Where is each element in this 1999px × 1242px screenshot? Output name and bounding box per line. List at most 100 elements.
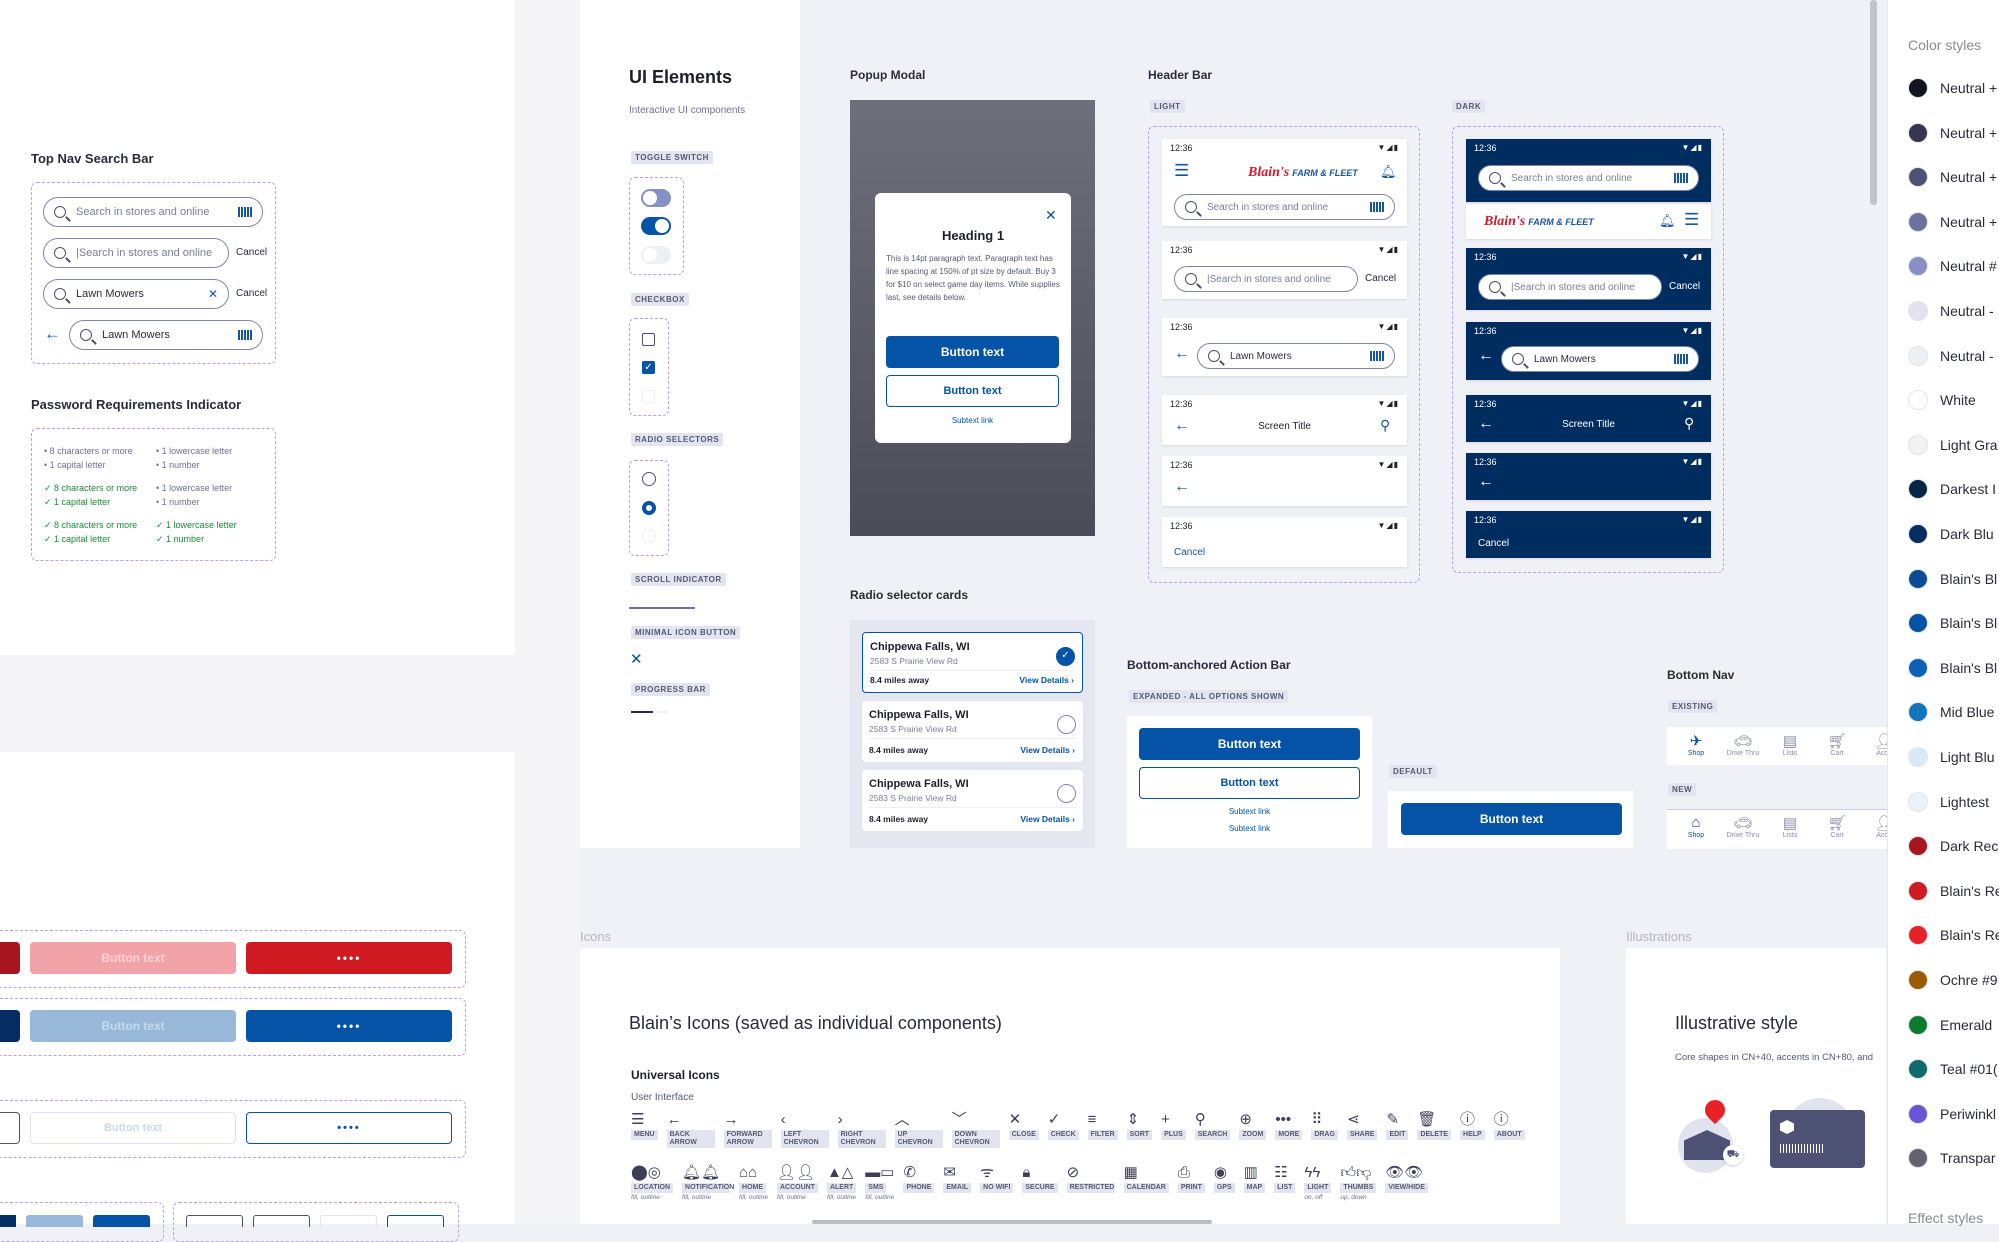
modal-subtext-link[interactable]: Subtext link [886,416,1059,425]
icon-swatch-help[interactable]: ⓘ HELP [1460,1110,1485,1140]
bottom-nav-item[interactable]: ▤ Lists [1767,732,1813,757]
back-arrow-icon[interactable]: ← [1174,345,1190,363]
barcode-icon[interactable] [1674,173,1688,183]
icon-swatch-thumbs[interactable]: 👍︎👎︎ THUMBS up, down [1340,1163,1377,1201]
bottom-nav-item[interactable]: 🚗︎ Drive Thru [1720,732,1766,757]
radio-selected[interactable] [642,501,656,515]
button-blue-disabled[interactable]: Button text [30,1010,236,1042]
modal-close-icon[interactable]: ✕ [1045,207,1057,224]
color-style-item[interactable]: Darkest I [1908,479,1996,500]
view-details-link[interactable]: View Details › [1019,675,1074,685]
button-small-outline-1[interactable] [186,1215,243,1227]
icon-swatch-up-chevron[interactable]: ︿ UP CHEVRON [894,1110,943,1148]
search-input[interactable]: |Search in stores and online [1174,266,1358,292]
notification-icon[interactable]: 🔔︎ [1380,164,1397,180]
menu-icon[interactable]: ☰ [1684,210,1699,230]
radio-checked-icon[interactable]: ✓ [1056,647,1075,666]
icon-swatch-list[interactable]: ☷ LIST [1274,1163,1296,1193]
icon-swatch-no-wifi[interactable]: ᯤ NO WIFI [980,1163,1014,1193]
radio-card[interactable]: Chippewa Falls, WI 2583 S Prairie View Rd… [862,701,1083,762]
back-arrow-icon[interactable]: ← [1174,478,1190,496]
cancel-button[interactable]: Cancel [1174,547,1205,558]
icon-swatch-sms[interactable]: ▬▭ SMS fill, outline [865,1163,894,1201]
button-red-loading[interactable]: •••• [246,942,452,974]
bottom-nav-item[interactable]: ▤ Lists [1767,814,1813,839]
action-bar-secondary-button[interactable]: Button text [1139,767,1360,799]
toggle-on[interactable] [641,217,671,235]
button-red-pressed[interactable] [0,942,20,974]
search-input-focused[interactable]: |Search in stores and online [43,238,229,268]
action-bar-subtext-link-2[interactable]: Subtext link [1139,824,1360,833]
icon-swatch-secure[interactable]: 🔒︎ SECURE [1022,1163,1058,1193]
icon-swatch-notification[interactable]: 🔔︎🔔︎ NOTIFICATION fill, outline [682,1163,734,1201]
color-style-item[interactable]: Neutral + [1908,122,1997,143]
color-style-item[interactable]: Neutral # [1908,256,1997,277]
button-small-primary[interactable] [93,1215,150,1227]
toggle-off[interactable] [641,189,671,207]
color-style-item[interactable]: Blain's Re [1908,925,1999,946]
cancel-button[interactable]: Cancel [1478,538,1509,549]
icon-swatch-forward-arrow[interactable]: → FORWARD ARROW [723,1110,772,1148]
icon-swatch-down-chevron[interactable]: ﹀ DOWN CHEVRON [951,1110,1000,1148]
back-arrow-icon[interactable]: ← [1478,347,1494,365]
radio-unchecked-icon[interactable] [1057,784,1076,803]
back-arrow-icon[interactable]: ← [44,324,61,344]
radio-unselected[interactable] [642,472,656,486]
view-details-link[interactable]: View Details › [1020,745,1075,755]
color-style-item[interactable]: Neutral + [1908,78,1997,98]
icon-swatch-close[interactable]: ✕ CLOSE [1008,1110,1039,1140]
color-style-item[interactable]: Blain's Bl [1908,568,1997,589]
bottom-nav-item[interactable]: 🚗︎ Drive Thru [1720,814,1766,839]
modal-secondary-button[interactable]: Button text [886,375,1059,407]
checkbox-unchecked[interactable] [642,333,655,346]
barcode-icon[interactable] [238,330,252,340]
horizontal-scrollbar[interactable] [812,1220,1212,1224]
icon-swatch-light[interactable]: ϟϟ LIGHT on, off [1304,1163,1332,1201]
icon-swatch-about[interactable]: ⓘ ABOUT [1493,1110,1525,1140]
notification-icon[interactable]: 🔔︎ [1659,213,1676,229]
button-blue-loading[interactable]: •••• [246,1010,452,1042]
icon-swatch-email[interactable]: ✉ EMAIL [943,1163,972,1193]
color-style-item[interactable]: Periwinkl [1908,1103,1996,1124]
color-style-item[interactable]: Teal #01( [1908,1059,1998,1080]
checkbox-checked[interactable]: ✓ [642,361,655,374]
color-style-item[interactable]: Lightest [1908,791,1989,812]
close-icon[interactable]: ✕ [630,650,643,668]
cancel-button[interactable]: Cancel [1365,273,1396,284]
color-style-item[interactable]: Blain's Bl [1908,657,1997,678]
clear-icon[interactable]: ✕ [208,287,218,301]
button-outline-pressed[interactable] [0,1112,20,1144]
button-outline-loading[interactable]: •••• [246,1112,452,1144]
icon-swatch-search[interactable]: ⚲ SEARCH [1194,1110,1231,1140]
search-input[interactable]: Lawn Mowers [1197,343,1395,369]
color-style-item[interactable]: Dark Blu [1908,524,1994,544]
icon-swatch-right-chevron[interactable]: › RIGHT CHEVRON [837,1110,886,1148]
icon-swatch-phone[interactable]: ✆ PHONE [903,1163,935,1193]
color-style-item[interactable]: Neutral - [1908,301,1994,321]
radio-card[interactable]: Chippewa Falls, WI 2583 S Prairie View Rd… [862,632,1083,693]
icon-swatch-back-arrow[interactable]: ← BACK ARROW [666,1110,715,1148]
icon-swatch-restricted[interactable]: ⊘ RESTRICTED [1066,1163,1115,1193]
barcode-icon[interactable] [1370,351,1384,361]
search-input[interactable]: Search in stores and online [1478,165,1699,191]
button-small-outline-2[interactable] [253,1215,310,1227]
color-style-item[interactable]: Light Blu [1908,747,1994,767]
icon-swatch-edit[interactable]: ✎ EDIT [1386,1110,1409,1140]
action-bar-default-button[interactable]: Button text [1401,803,1622,835]
search-icon[interactable]: ⚲ [1684,415,1694,432]
cancel-button[interactable]: Cancel [236,247,267,258]
icon-swatch-calendar[interactable]: ▦ CALENDAR [1123,1163,1169,1193]
icon-swatch-plus[interactable]: + PLUS [1161,1110,1186,1140]
modal-primary-button[interactable]: Button text [886,336,1059,368]
icon-swatch-sort[interactable]: ⇕ SORT [1126,1110,1153,1140]
bottom-nav-item[interactable]: 🛒︎ Cart [1814,814,1860,839]
color-style-item[interactable]: Blain's Bl [1908,613,1997,634]
icon-swatch-share[interactable]: ⋖ SHARE [1346,1110,1378,1140]
icon-swatch-map[interactable]: ▥ MAP [1243,1163,1266,1193]
radio-unchecked-icon[interactable] [1057,715,1076,734]
search-input[interactable]: Lawn Mowers [1501,346,1699,372]
bottom-nav-item[interactable]: 🛒︎ Cart [1814,732,1860,757]
icon-swatch-view-hide[interactable]: 👁︎👁︎ VIEW/HIDE [1385,1163,1428,1193]
checkbox-disabled[interactable] [642,390,655,403]
icon-swatch-print[interactable]: ⎙ PRINT [1177,1163,1205,1193]
